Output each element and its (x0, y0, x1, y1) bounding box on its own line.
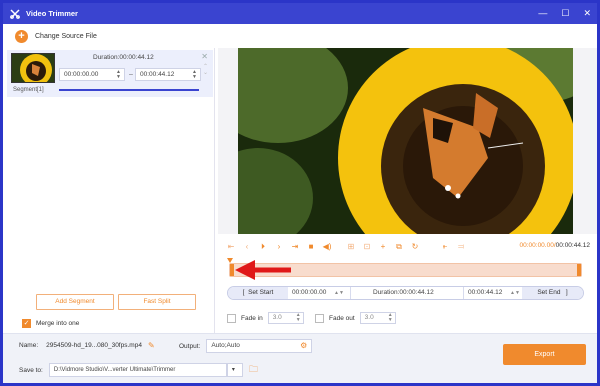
fade-out-label: Fade out (329, 314, 355, 322)
fade-in-row: Fade in 3.0 ▲ ▼ (227, 312, 304, 324)
name-row: Name: 2954509-hd_19...080_30fps.mp4 ✎ (19, 341, 155, 350)
stop-icon[interactable]: ■ (305, 241, 317, 253)
output-settings-icon[interactable]: ⚙ (300, 340, 307, 352)
add-segment-button[interactable]: Add Segment (36, 294, 114, 310)
crop-icon[interactable]: ⊡ (361, 241, 373, 253)
skip-start-icon[interactable]: ⇤ (225, 241, 237, 253)
player-controls: ⇤ ‹ ⏵ › ⇥ ■ ◀) ⊞ ⊡ + ⧉ ↻ ⫦ ⫤ 00:00:00.00… (225, 239, 590, 255)
fade-out-stepper-icon[interactable]: ▲ ▼ (388, 313, 393, 323)
output-field[interactable]: Auto;Auto ⚙ (206, 339, 313, 353)
reset-icon[interactable]: ↻ (409, 241, 421, 253)
separator (350, 287, 351, 299)
add-icon[interactable]: + (377, 241, 389, 253)
output-row: Output: Auto;Auto ⚙ (179, 339, 313, 353)
fade-out-checkbox[interactable] (315, 313, 324, 323)
window-title: Video Trimmer (26, 9, 78, 18)
app-logo-icon (10, 8, 20, 19)
set-end-button[interactable]: Set End ] (522, 287, 583, 299)
export-button[interactable]: Export (503, 344, 586, 365)
merge-checkbox[interactable]: ✓ (22, 319, 31, 328)
add-source-icon[interactable]: + (15, 29, 28, 43)
fade-in-value: 3.0 (272, 314, 282, 321)
title-bar: Video Trimmer — ☐ ✕ (3, 3, 597, 24)
change-source-button[interactable]: Change Source File (35, 33, 97, 40)
set-start-button[interactable]: [ Set Start (228, 287, 288, 299)
annotation-arrow-icon (235, 260, 291, 280)
segment-start-field[interactable]: 00:00:00.00 ▲ ▼ (59, 68, 125, 81)
separator (463, 287, 464, 299)
set-end-label: Set End (537, 289, 561, 296)
fade-out-field[interactable]: 3.0 ▲ ▼ (359, 312, 396, 324)
fade-in-stepper-icon[interactable]: ▲ ▼ (296, 313, 301, 323)
segment-item[interactable]: Segment[1] Duration:00:00:44.12 00:00:00… (7, 50, 213, 97)
fast-split-button[interactable]: Fast Split (118, 294, 196, 310)
video-trimmer-window: Video Trimmer — ☐ ✕ + Change Source File… (0, 0, 600, 386)
set-start-icon[interactable]: ⫦ (439, 241, 451, 253)
video-preview-area (218, 48, 597, 234)
segment-end-field[interactable]: 00:00:44.12 ▲ ▼ (135, 68, 201, 81)
trim-end-handle[interactable] (577, 264, 581, 276)
save-row: Save to: D:\Vidmore Studio\V...verter Ul… (19, 362, 258, 378)
copy-icon[interactable]: ⧉ (393, 241, 405, 253)
next-frame-icon[interactable]: › (273, 241, 285, 253)
start-stepper-icon[interactable]: ▲ ▼ (116, 70, 121, 80)
segment-panel: Segment[1] Duration:00:00:44.12 00:00:00… (3, 48, 215, 333)
remove-segment-icon[interactable]: ✕ (201, 52, 208, 61)
fade-out-row: Fade out 3.0 ▲ ▼ (315, 312, 396, 324)
minimize-button[interactable]: — (538, 7, 547, 19)
save-path-field[interactable]: D:\Vidmore Studio\V...verter Ultimate\Tr… (48, 363, 227, 377)
close-button[interactable]: ✕ (583, 7, 591, 19)
file-name: 2954509-hd_19...080_30fps.mp4 (46, 342, 142, 349)
maximize-button[interactable]: ☐ (561, 7, 569, 19)
fade-in-label: Fade in (241, 314, 263, 322)
play-icon[interactable]: ⏵ (257, 241, 269, 253)
save-dropdown[interactable]: ▾ (226, 363, 243, 377)
trim-end-stepper-icon[interactable]: ▲▼ (510, 287, 520, 299)
segment-progress (59, 89, 199, 91)
output-label: Output: (179, 342, 201, 350)
output-value: Auto;Auto (211, 342, 240, 349)
time-readout: 00:00:00.00/00:00:44.12 (519, 242, 591, 249)
range-dash: – (129, 71, 133, 78)
fade-out-value: 3.0 (364, 314, 374, 321)
name-label: Name: (19, 342, 39, 349)
merge-checkbox-row[interactable]: ✓ Merge into one (22, 319, 79, 328)
folder-icon[interactable]: 🗀 (249, 362, 258, 378)
edit-name-icon[interactable]: ✎ (148, 341, 155, 350)
trim-range-row: [ Set Start 00:00:00.00 ▲▼ Duration:00:0… (227, 286, 584, 300)
total-time: 00:00:44.12 (555, 242, 590, 249)
source-toolbar: + Change Source File (3, 24, 597, 48)
merge-label: Merge into one (36, 320, 80, 327)
trim-duration: Duration:00:00:44.12 (373, 289, 434, 296)
segment-duration: Duration:00:00:44.12 (93, 54, 154, 61)
end-stepper-icon[interactable]: ▲ ▼ (192, 70, 197, 80)
prev-frame-icon[interactable]: ‹ (241, 241, 253, 253)
split-icon[interactable]: ⊞ (345, 241, 357, 253)
fade-in-checkbox[interactable] (227, 313, 236, 323)
trim-end-value[interactable]: 00:00:44.12 (468, 287, 502, 299)
bottom-bar: Name: 2954509-hd_19...080_30fps.mp4 ✎ Ou… (3, 333, 597, 383)
save-label: Save to: (19, 366, 43, 374)
current-time: 00:00:00.00 (519, 242, 554, 249)
skip-end-icon[interactable]: ⇥ (289, 241, 301, 253)
save-path-value: D:\Vidmore Studio\V...verter Ultimate\Tr… (53, 367, 176, 373)
reorder-arrows-icon[interactable]: ⌃ ⌄ (203, 64, 208, 76)
video-frame[interactable] (238, 48, 573, 234)
set-end-bracket: ] (560, 289, 568, 296)
chevron-down-icon: ▾ (231, 367, 235, 373)
volume-icon[interactable]: ◀) (321, 241, 333, 253)
trim-start-value[interactable]: 00:00:00.00 (292, 287, 326, 299)
trim-start-stepper-icon[interactable]: ▲▼ (334, 287, 344, 299)
fade-in-field[interactable]: 3.0 ▲ ▼ (267, 312, 304, 324)
segment-end-value: 00:00:44.12 (140, 71, 175, 78)
set-start-label: Set Start (248, 289, 274, 296)
segment-thumbnail (11, 53, 55, 83)
segment-start-value: 00:00:00.00 (64, 71, 99, 78)
segment-label: Segment[1] (13, 87, 44, 93)
set-end-icon[interactable]: ⫤ (455, 241, 467, 253)
